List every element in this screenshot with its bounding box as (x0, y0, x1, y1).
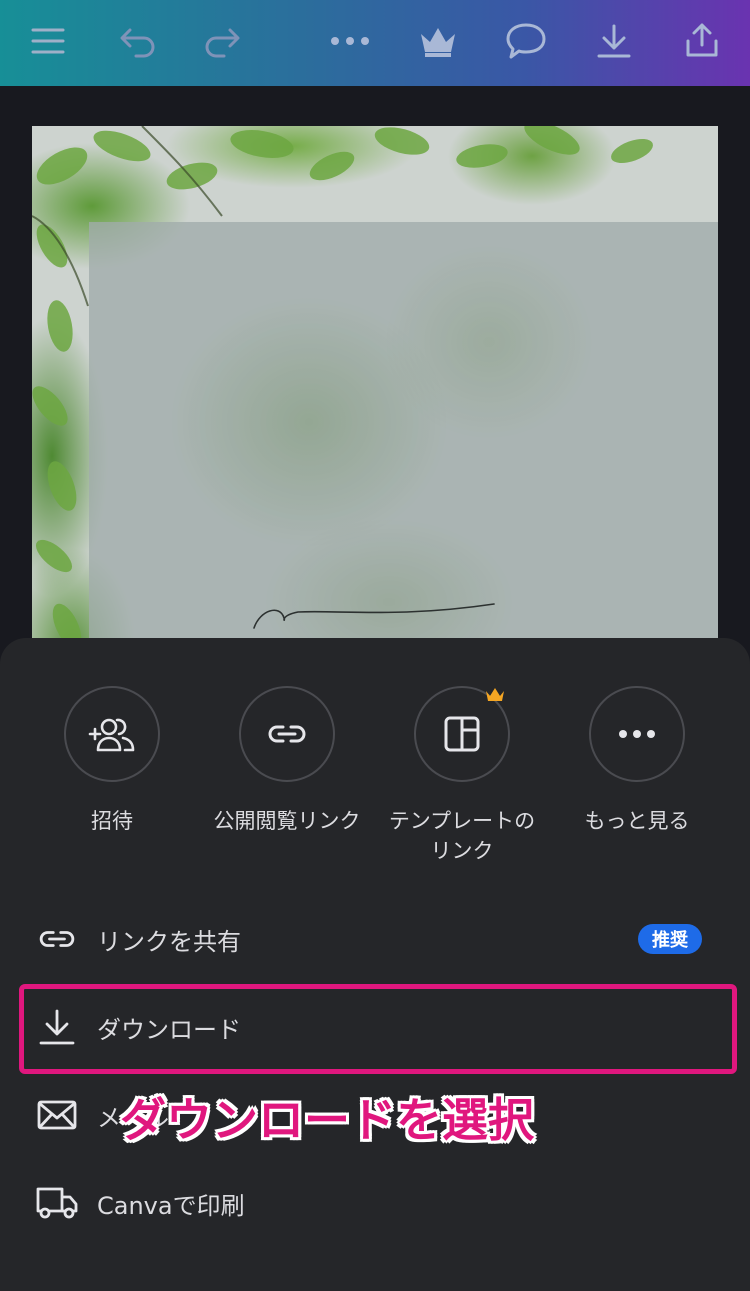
menu-icon[interactable] (24, 17, 72, 65)
more-icon[interactable] (326, 17, 374, 65)
share-option-more[interactable]: もっと見る (552, 686, 722, 836)
redo-icon[interactable] (198, 17, 246, 65)
signature-stroke (253, 603, 495, 629)
share-option-template-link[interactable]: テンプレートの リンク (377, 686, 547, 866)
comment-icon[interactable] (502, 17, 550, 65)
link-icon (268, 725, 306, 743)
print-row[interactable]: Canvaで印刷 (0, 1171, 750, 1235)
share-option-template-link-circle[interactable] (414, 686, 510, 782)
share-option-invite-circle[interactable] (64, 686, 160, 782)
share-option-label: 公開閲覧リンク (213, 809, 361, 833)
invite-people-icon (88, 718, 135, 752)
undo-icon[interactable] (114, 17, 162, 65)
editor-canvas (0, 86, 750, 686)
share-option-label: テンプレートの リンク (388, 809, 536, 863)
more-icon (619, 730, 655, 738)
share-option-public-link[interactable]: 公開閲覧リンク (202, 686, 372, 836)
share-icon[interactable] (678, 17, 726, 65)
link-icon (36, 918, 78, 960)
recommended-badge: 推奨 (638, 924, 702, 954)
download-highlight-box (19, 984, 737, 1074)
share-option-invite[interactable]: 招待 (27, 686, 197, 836)
share-option-label: もっと見る (584, 809, 690, 833)
crown-icon[interactable] (414, 17, 462, 65)
share-option-public-link-circle[interactable] (239, 686, 335, 782)
design-page[interactable] (32, 126, 718, 686)
share-option-label: 招待 (91, 809, 133, 833)
template-icon (444, 716, 480, 752)
crown-icon (486, 688, 504, 701)
top-toolbar (0, 0, 750, 86)
share-option-more-circle[interactable] (589, 686, 685, 782)
share-link-label: リンクを共有 (97, 927, 241, 956)
truck-icon (36, 1182, 78, 1224)
download-icon[interactable] (590, 17, 638, 65)
print-label: Canvaで印刷 (97, 1191, 245, 1220)
mail-icon (36, 1094, 78, 1136)
share-link-row[interactable]: リンクを共有 推奨 (0, 907, 750, 971)
annotation-callout: ダウンロードを選択 (120, 1093, 534, 1147)
